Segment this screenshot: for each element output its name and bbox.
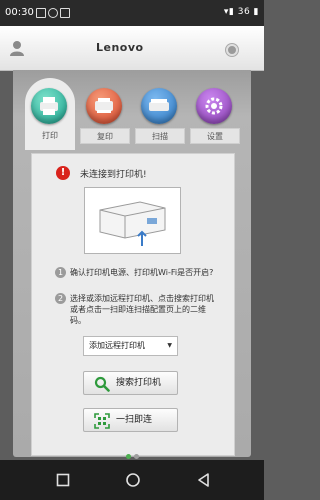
- tab-settings[interactable]: 设置: [190, 82, 240, 146]
- notification-icon: [36, 8, 46, 18]
- system-nav-bar: [0, 460, 264, 500]
- image-icon: [60, 8, 70, 18]
- printer-image-icon: [99, 201, 166, 246]
- back-icon[interactable]: [196, 472, 210, 488]
- home-icon[interactable]: [125, 472, 141, 488]
- remote-printer-select[interactable]: 添加远程打印机 ▼: [83, 336, 178, 356]
- scan-tab-icon: [141, 88, 177, 124]
- tab-print[interactable]: 打印: [25, 78, 75, 150]
- status-indicators: ▾▮ 36 ▮: [223, 7, 259, 17]
- brand-logo: Lenovo: [96, 41, 144, 54]
- scan-connect-label: 一扫即连: [116, 415, 153, 425]
- alert-message: 未连接到打印机!: [80, 170, 147, 180]
- function-tabs: 打印 复印 扫描 设置: [22, 78, 242, 152]
- tab-copy[interactable]: 复印: [80, 82, 130, 146]
- clock-icon: [48, 8, 58, 18]
- step-1-text: 确认打印机电源、打印机Wi-Fi是否开启?: [70, 268, 214, 277]
- user-icon[interactable]: [8, 39, 26, 57]
- search-icon: [94, 376, 110, 392]
- tab-scan[interactable]: 扫描: [135, 82, 185, 146]
- remote-printer-select-value: 添加远程打印机: [89, 341, 145, 350]
- search-printer-button[interactable]: 搜索打印机: [83, 371, 178, 395]
- tab-settings-label: 设置: [190, 128, 240, 144]
- alert-icon: !: [56, 166, 70, 180]
- recent-apps-icon[interactable]: [56, 473, 70, 487]
- tab-scan-label: 扫描: [135, 128, 185, 144]
- step-1-number: 1: [55, 267, 66, 278]
- tab-print-label: 打印: [25, 128, 75, 144]
- printer-illustration: [84, 187, 181, 254]
- settings-tab-icon: [196, 88, 232, 124]
- status-time: 00:30: [5, 7, 34, 18]
- app-header: Lenovo: [0, 26, 264, 71]
- page-dot: [134, 454, 139, 459]
- step-2-number: 2: [55, 293, 66, 304]
- scan-connect-button[interactable]: 一扫即连: [83, 408, 178, 432]
- page-dot-active: [126, 454, 131, 459]
- copy-tab-icon: [86, 88, 122, 124]
- status-bar: 00:30 ▾▮ 36 ▮: [0, 0, 264, 26]
- search-printer-label: 搜索打印机: [116, 378, 162, 388]
- tab-copy-label: 复印: [80, 128, 130, 144]
- chevron-down-icon: ▼: [167, 342, 172, 349]
- status-light-icon: [226, 44, 238, 56]
- step-2-text: 选择或添加远程打印机、点击搜索打印机或者点击一扫即连扫描配置页上的二维码。: [70, 294, 214, 325]
- qr-scan-icon: [94, 413, 110, 429]
- print-tab-icon: [31, 88, 67, 124]
